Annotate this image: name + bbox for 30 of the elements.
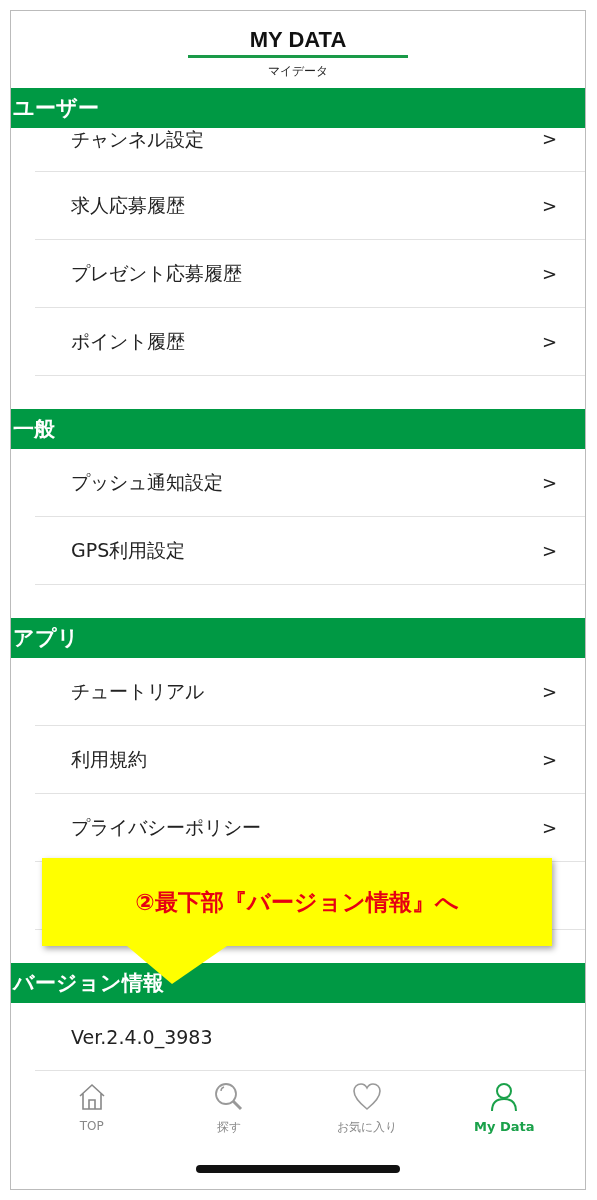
chevron-icon: > — [541, 749, 557, 770]
list-item[interactable]: ポイント履歴 — [71, 328, 185, 355]
callout-text: ②最下部『バージョン情報』へ — [135, 887, 459, 917]
chevron-icon: > — [541, 331, 557, 352]
list-item[interactable]: 求人応募履歴 — [71, 192, 185, 219]
list-item[interactable]: チュートリアル — [71, 678, 204, 705]
section-header: ユーザー — [11, 88, 585, 128]
page-subtitle: マイデータ — [268, 63, 328, 79]
list-item[interactable]: プライバシーポリシー — [71, 814, 261, 841]
list-item[interactable]: プレゼント応募履歴 — [71, 260, 242, 287]
chevron-icon: > — [541, 540, 557, 561]
tab-button[interactable]: TOP — [41, 1081, 142, 1151]
chevron-icon: > — [541, 263, 557, 284]
list-item[interactable]: 利用規約 — [71, 746, 147, 773]
heart-icon — [350, 1081, 383, 1113]
list-item[interactable]: チャンネル設定 — [71, 128, 204, 150]
chevron-icon: > — [541, 195, 557, 216]
list-item[interactable]: プッシュ通知設定 — [71, 469, 223, 496]
section-header: 一般 — [11, 409, 585, 449]
list-item[interactable]: Ver.2.4.0_3983 — [71, 1025, 213, 1048]
chevron-icon: > — [541, 681, 557, 702]
list-item[interactable]: GPS利用設定 — [71, 537, 186, 564]
section-header: バージョン情報 — [11, 963, 585, 1003]
section-header: アプリ — [11, 618, 585, 658]
chevron-icon: > — [541, 817, 557, 838]
tab-button[interactable]: 探す — [179, 1081, 280, 1151]
chevron-icon: > — [541, 128, 557, 150]
tab-button[interactable]: お気に入り — [316, 1081, 417, 1151]
page-title: MY DATA — [249, 27, 347, 53]
chevron-icon: > — [541, 472, 557, 493]
